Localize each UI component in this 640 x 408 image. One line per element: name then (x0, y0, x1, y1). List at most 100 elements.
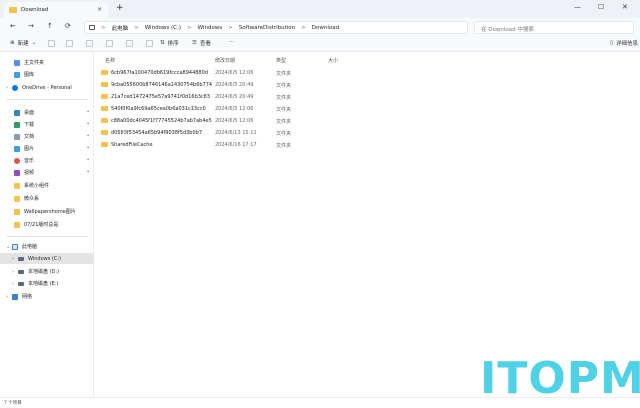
folder-icon (101, 82, 108, 87)
back-button[interactable]: ← (10, 22, 16, 30)
file-type: 文件夹 (276, 131, 292, 137)
tab-close-icon[interactable]: × (97, 6, 102, 13)
sidebar-item-onedrive[interactable]: › OneDrive - Personal (0, 82, 94, 93)
command-bar: ⊕ 新建 ⌄ ⇅ 排序 ☰ 查看 ··· ▯ 详细信息 (0, 36, 640, 52)
folder-icon (14, 182, 20, 189)
file-name: c88a00dc4045f1f77745524b7ab7ab4e5 (111, 118, 212, 124)
column-header-date[interactable]: 修改日期 (215, 57, 235, 64)
list-item[interactable]: 21a7ced1472475e57a9741f0d16b3c83 2024/6/… (95, 92, 640, 103)
item-count: 7 个项目 (4, 401, 22, 406)
file-date: 2024/6/5 12:06 (215, 70, 254, 76)
file-type: 文件夹 (276, 71, 292, 77)
drive-icon (18, 269, 24, 274)
cut-icon[interactable] (48, 40, 55, 47)
sidebar-item-wallpapers[interactable]: Wallpapershome图片 (0, 206, 94, 217)
sidebar-item-music[interactable]: 音乐 ✦ (0, 155, 94, 166)
desktop-icon (14, 109, 20, 116)
minimize-button[interactable]: — (574, 3, 581, 11)
sidebar-item-windows-c[interactable]: › Windows (C:) (0, 253, 94, 264)
address-bar: ← → ↑ ⟳ > 此电脑 > Windows (C:) > Windows >… (0, 18, 640, 36)
sidebar-item-label: 主文件夹 (24, 60, 45, 66)
breadcrumb-windows-c[interactable]: Windows (C:) (145, 25, 181, 31)
download-icon (14, 121, 20, 128)
sidebar-item-pictures[interactable]: 图片 ✦ (0, 143, 94, 154)
sidebar-item-this-pc[interactable]: ⌄ 此电脑 (0, 241, 94, 252)
refresh-button[interactable]: ⟳ (65, 22, 71, 30)
breadcrumb-softwaredistribution[interactable]: SoftwareDistribution (239, 25, 295, 31)
folder-icon (101, 142, 108, 147)
folder-icon (101, 106, 108, 111)
new-button[interactable]: ⊕ 新建 ⌄ (10, 39, 36, 47)
sidebar-item-label: 图库 (24, 72, 35, 78)
breadcrumb-windows[interactable]: Windows (198, 25, 223, 31)
file-date: 2024/6/16 17:17 (215, 142, 257, 148)
details-button[interactable]: ▯ 详细信息 (610, 39, 638, 47)
sidebar-item-desktop[interactable]: 桌面 ✦ (0, 107, 94, 118)
delete-icon[interactable] (146, 40, 153, 47)
maximize-button[interactable]: ☐ (598, 3, 604, 11)
column-header-name[interactable]: 名称 (105, 57, 115, 64)
sidebar-item-label: 本地磁盘 (D:) (28, 269, 60, 275)
file-name: d0583f53454a65b94f9038f5d3b0b7 (111, 130, 203, 136)
sidebar-item-folder-widgets[interactable]: 系统小组件 (0, 180, 94, 191)
folder-icon (14, 195, 20, 202)
tab-download[interactable]: Download × (4, 2, 108, 18)
sidebar-item-label: 音乐 (24, 158, 35, 164)
sidebar-item-home[interactable]: 主文件夹 (0, 57, 94, 68)
sidebar-item-downloads[interactable]: 下载 ✦ (0, 119, 94, 130)
sidebar-item-drive-d[interactable]: › 本地磁盘 (D:) (0, 266, 94, 277)
sidebar-item-label: 下载 (24, 122, 35, 128)
sidebar-item-drive-e[interactable]: › 本地磁盘 (E:) (0, 278, 94, 289)
breadcrumb[interactable]: > 此电脑 > Windows (C:) > Windows > Softwar… (84, 21, 468, 34)
sort-icon: ⇅ (160, 40, 165, 46)
up-button[interactable]: ↑ (47, 22, 53, 30)
sidebar-item-label: 系统小组件 (24, 183, 50, 189)
file-date: 2024/6/5 12:06 (215, 106, 254, 112)
column-header-size[interactable]: 大小 (328, 57, 338, 64)
view-button[interactable]: ☰ 查看 (192, 39, 211, 47)
sidebar-item-label: OneDrive - Personal (22, 84, 72, 91)
cloud-icon (12, 84, 18, 91)
pin-icon: ✦ (86, 122, 90, 127)
list-item[interactable]: 6cb967fa100470db619fccca8944880d 2024/6/… (95, 68, 640, 79)
breadcrumb-this-pc[interactable]: 此电脑 (112, 24, 129, 32)
file-date: 2024/6/5 12:06 (215, 118, 254, 124)
more-button[interactable]: ··· (229, 39, 234, 45)
breadcrumb-separator: > (187, 24, 192, 31)
navigation-pane: 主文件夹 图库 › OneDrive - Personal 桌面 ✦ 下载 ✦ … (0, 52, 94, 397)
file-list: 名称 修改日期 类型 大小 6cb967fa100470db619fccca89… (95, 52, 640, 397)
folder-icon (14, 221, 20, 228)
list-item[interactable]: d0583f53454a65b94f9038f5d3b0b7 2024/6/13… (95, 128, 640, 139)
paste-icon[interactable] (86, 40, 93, 47)
rename-icon[interactable] (106, 40, 113, 47)
sidebar-item-documents[interactable]: 文档 ✦ (0, 131, 94, 142)
folder-icon (101, 70, 108, 75)
close-button[interactable]: ✕ (622, 3, 628, 11)
list-item[interactable]: 9cba055600b8746146a1430754b6b774 2024/6/… (95, 80, 640, 91)
folder-icon (101, 94, 108, 99)
new-tab-button[interactable]: + (116, 4, 124, 13)
file-name: 21a7ced1472475e57a9741f0d16b3c83 (111, 94, 211, 100)
pin-icon: ✦ (86, 134, 90, 139)
sidebar-item-videos[interactable]: 视频 ✦ (0, 167, 94, 178)
sidebar-item-gallery[interactable]: 图库 (0, 69, 94, 80)
search-input[interactable]: 在 Download 中搜索 (474, 21, 634, 34)
file-name: 540f0f0a9fc69a65cea0b6a031c13cc0 (111, 106, 206, 112)
breadcrumb-separator: > (301, 24, 306, 31)
list-item[interactable]: c88a00dc4045f1f77745524b7ab7ab4e5 2024/6… (95, 116, 640, 127)
share-icon[interactable] (126, 40, 133, 47)
copy-icon[interactable] (66, 40, 73, 47)
sidebar-item-network[interactable]: › 网络 (0, 291, 94, 302)
sort-button[interactable]: ⇅ 排序 (160, 39, 179, 47)
pc-icon (12, 243, 18, 250)
column-header-type[interactable]: 类型 (276, 57, 286, 64)
document-icon (14, 133, 20, 140)
list-item[interactable]: 540f0f0a9fc69a65cea0b6a031c13cc0 2024/6/… (95, 104, 640, 115)
folder-icon (101, 118, 108, 123)
sidebar-item-folder-4[interactable]: 07/21版时总是 (0, 219, 94, 230)
sidebar-item-folder-2[interactable]: 微众系 (0, 193, 94, 204)
tab-title: Download (21, 7, 49, 13)
breadcrumb-download[interactable]: Download (312, 25, 339, 31)
list-item[interactable]: SharedFileCache 2024/6/16 17:17 文件夹 (95, 140, 640, 151)
forward-button[interactable]: → (28, 22, 34, 30)
